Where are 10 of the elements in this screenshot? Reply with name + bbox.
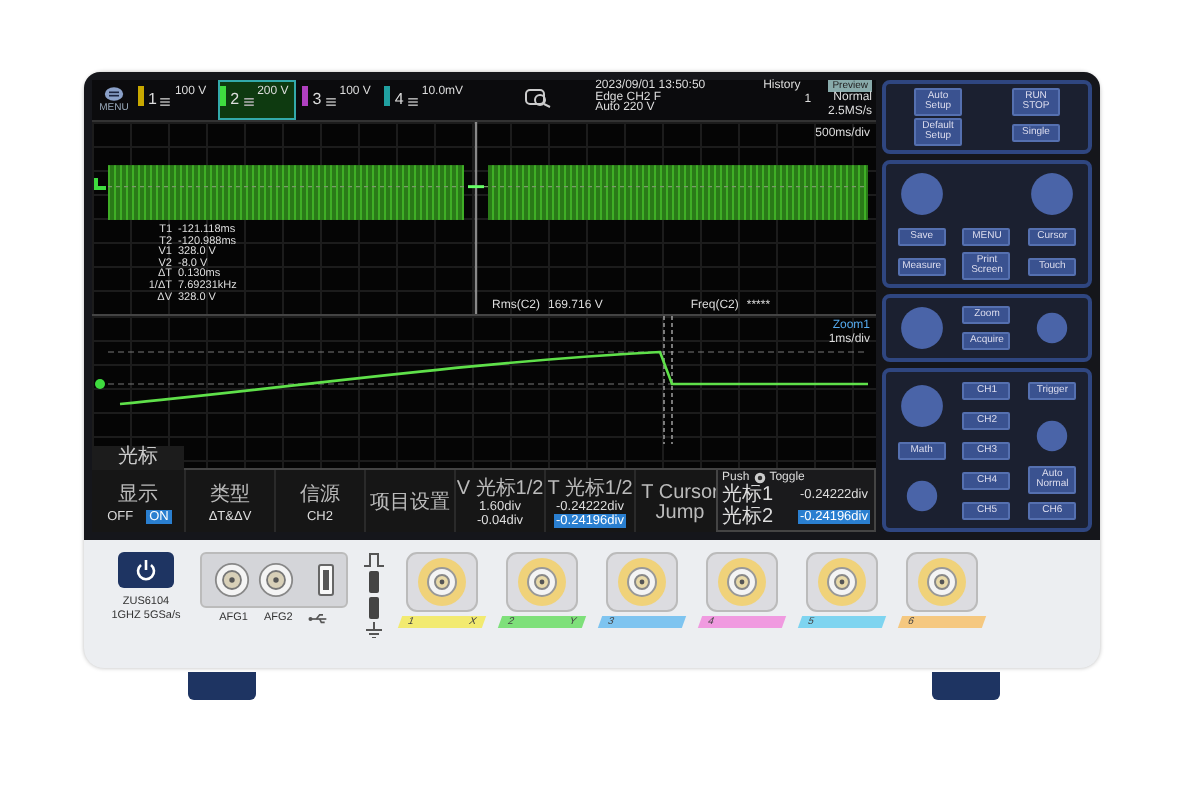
softkey-title: 类型 — [210, 483, 250, 505]
softkey-title: 显示 — [118, 483, 158, 505]
softkey-title: 信源 — [300, 483, 340, 505]
menu-title: 光标 — [92, 446, 184, 470]
cursor-label: 光标1 — [722, 484, 774, 506]
softkey-title: T Cursor Jump — [639, 483, 721, 523]
softkey-title: V 光标1/2 — [456, 478, 544, 500]
softkey-title: T 光标1/2 — [547, 478, 633, 500]
cursor-label: 光标2 — [722, 506, 774, 528]
softkey-title: 项目设置 — [368, 493, 452, 513]
